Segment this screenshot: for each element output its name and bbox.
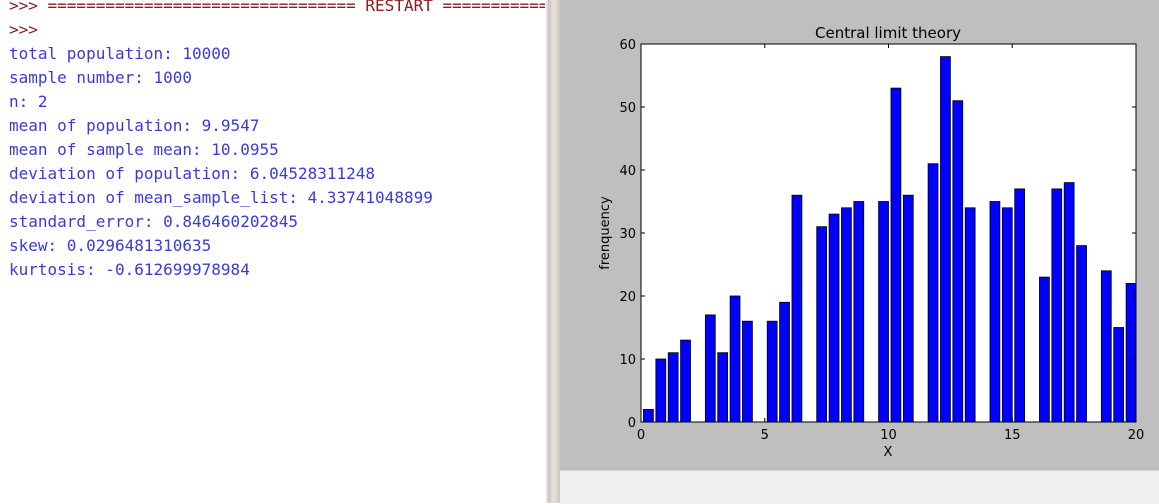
shell-output-line: deviation of mean_sample_list: 4.3374104… — [9, 188, 433, 207]
histogram-bar — [1125, 282, 1137, 423]
histogram-bar — [890, 87, 902, 423]
histogram-bar — [1014, 188, 1026, 423]
histogram-bar — [655, 358, 667, 423]
histogram-bar — [1076, 245, 1087, 423]
histogram-bar — [1063, 182, 1075, 423]
histogram-bar — [940, 56, 951, 423]
window-border — [548, 0, 560, 503]
histogram-bar — [704, 314, 716, 423]
histogram-bar — [766, 320, 778, 423]
x-tick-label: 10 — [880, 428, 897, 443]
shell-output-line: total population: 10000 — [9, 44, 231, 63]
histogram-bar — [1039, 276, 1050, 423]
chart-title: Central limit theory — [815, 24, 961, 42]
x-tick-label: 15 — [1004, 428, 1021, 443]
shell-output-line: deviation of population: 6.04528311248 — [9, 164, 376, 183]
histogram-bar — [1001, 207, 1013, 423]
shell-output-line: mean of population: 9.9547 — [9, 116, 260, 135]
histogram-bar — [680, 339, 691, 423]
histogram-bar — [964, 207, 976, 423]
histogram-bar — [816, 226, 828, 423]
histogram-bar — [729, 295, 741, 423]
histogram-bar — [952, 100, 964, 423]
shell-output-line: standard_error: 0.846460202845 — [9, 212, 298, 231]
histogram-chart: Central limit theory 0 5 10 15 20 0 10 20 30 40 50… — [598, 24, 1145, 460]
shell-output-line: skew: 0.0296481310635 — [9, 236, 212, 255]
x-tick-label: 20 — [1128, 428, 1145, 443]
python-shell[interactable]: >>> ================================ RES… — [0, 0, 548, 503]
shell-prompt-line: >>> ================================ RES… — [9, 0, 548, 15]
x-tick-label: 0 — [637, 428, 645, 443]
histogram-bar — [1051, 188, 1063, 423]
shell-prompt-line: >>> — [9, 20, 48, 39]
y-axis-label: frenquency — [598, 196, 613, 270]
y-tick-label: 0 — [628, 416, 636, 431]
histogram-bar — [717, 352, 729, 423]
y-tick-label: 60 — [619, 38, 636, 53]
y-tick-label: 20 — [619, 290, 636, 305]
histogram-bar — [1100, 270, 1112, 423]
shell-output-line: mean of sample mean: 10.0955 — [9, 140, 279, 159]
y-tick-label: 50 — [619, 101, 636, 116]
x-axis-label: X — [884, 445, 893, 460]
histogram-bar — [989, 201, 1001, 423]
histogram-bar — [779, 301, 790, 423]
y-tick-label: 30 — [619, 227, 636, 242]
histogram-bar — [927, 163, 939, 423]
histogram-bar — [853, 201, 865, 423]
histogram-bar — [1113, 327, 1125, 423]
figure-toolbar[interactable] — [560, 470, 1159, 504]
histogram-bar — [643, 408, 654, 423]
shell-output-line: sample number: 1000 — [9, 68, 193, 87]
histogram-bar — [878, 201, 889, 423]
figure-window: Central limit theory 0 5 10 15 20 0 10 20 30 40 50… — [560, 0, 1159, 470]
shell-output-line: n: 2 — [9, 92, 48, 111]
histogram-bar — [791, 194, 803, 423]
y-tick-label: 40 — [619, 164, 636, 179]
histogram-bar — [902, 194, 914, 423]
histogram-bar — [828, 213, 840, 423]
y-tick-label: 10 — [619, 353, 636, 368]
histogram-bar — [841, 207, 852, 423]
histogram-bar — [742, 320, 753, 423]
histogram-bar — [667, 352, 679, 423]
shell-output-line: kurtosis: -0.612699978984 — [9, 260, 250, 279]
x-tick-label: 5 — [761, 428, 769, 443]
